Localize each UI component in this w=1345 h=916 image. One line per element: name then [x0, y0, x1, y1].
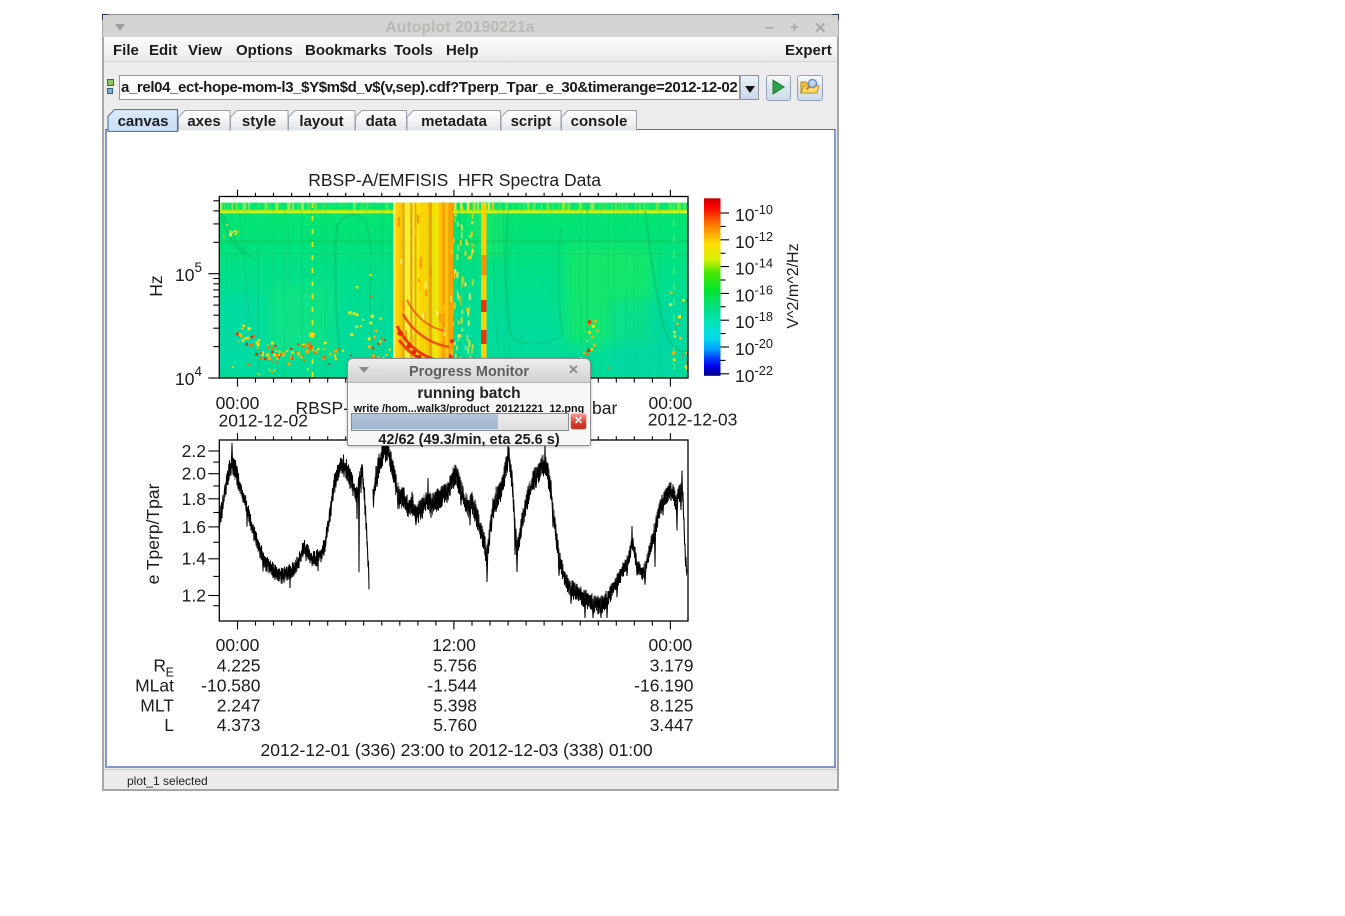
svg-text:-1.544: -1.544: [427, 676, 477, 696]
svg-text:10: 10: [735, 259, 755, 279]
svg-text:-12: -12: [755, 229, 774, 244]
svg-text:metadata: metadata: [421, 113, 488, 130]
svg-text:-10: -10: [755, 202, 774, 217]
svg-text:RBSP-A/EMFISIS HFR Spectra Da: RBSP-A/EMFISIS HFR Spectra Data: [308, 170, 601, 190]
svg-text:5.398: 5.398: [433, 695, 477, 715]
svg-text:MLT: MLT: [140, 695, 174, 715]
svg-text:5.760: 5.760: [433, 715, 477, 735]
svg-text:MLat: MLat: [135, 676, 174, 696]
svg-text:2.2: 2.2: [182, 441, 206, 461]
svg-text:e Tperp/Tpar: e Tperp/Tpar: [143, 483, 163, 584]
svg-text:1.2: 1.2: [182, 586, 206, 606]
svg-text:3.447: 3.447: [650, 715, 694, 735]
svg-text:-16: -16: [755, 282, 774, 297]
svg-text:3.179: 3.179: [650, 656, 694, 676]
svg-text:2012-12-03: 2012-12-03: [648, 410, 738, 430]
svg-text:5.756: 5.756: [433, 656, 477, 676]
svg-text:Hz: Hz: [146, 275, 166, 296]
svg-text:-18: -18: [755, 309, 774, 324]
svg-text:script: script: [511, 113, 552, 130]
svg-text:2.0: 2.0: [182, 464, 207, 484]
svg-text:1.4: 1.4: [182, 549, 207, 569]
svg-text:2.247: 2.247: [217, 695, 261, 715]
svg-text:-22: -22: [755, 363, 774, 378]
svg-text:L: L: [164, 715, 174, 735]
svg-text:console: console: [571, 113, 628, 130]
svg-text:00:00: 00:00: [649, 635, 693, 655]
svg-text:12:00: 12:00: [432, 635, 476, 655]
svg-text:1.8: 1.8: [182, 489, 206, 509]
svg-text:5: 5: [195, 260, 203, 275]
svg-text:style: style: [242, 113, 276, 130]
svg-text:axes: axes: [187, 113, 220, 130]
svg-text:-10.580: -10.580: [201, 676, 261, 696]
svg-text:layout: layout: [299, 113, 343, 130]
svg-text:-20: -20: [755, 336, 774, 351]
svg-text:4.225: 4.225: [217, 656, 261, 676]
svg-text:10: 10: [735, 232, 755, 252]
svg-text:1.6: 1.6: [182, 517, 206, 537]
svg-text:-14: -14: [755, 256, 774, 271]
svg-text:10: 10: [175, 369, 195, 389]
svg-text:10: 10: [175, 265, 195, 285]
svg-text:4.373: 4.373: [217, 715, 261, 735]
svg-text:4: 4: [195, 364, 203, 379]
svg-text:-16.190: -16.190: [634, 676, 694, 696]
svg-text:10: 10: [735, 312, 755, 332]
svg-text:canvas: canvas: [118, 113, 169, 130]
svg-text:2012-12-01 (336) 23:00 to 2012: 2012-12-01 (336) 23:00 to 2012-12-03 (33…: [261, 740, 653, 760]
svg-text:bar: bar: [592, 398, 617, 418]
svg-text:10: 10: [735, 285, 755, 305]
svg-text:R: R: [153, 656, 166, 676]
svg-text:8.125: 8.125: [650, 695, 694, 715]
svg-text:10: 10: [735, 366, 755, 386]
svg-text:V^2/m^2/Hz: V^2/m^2/Hz: [785, 243, 802, 328]
svg-text:00:00: 00:00: [216, 635, 260, 655]
svg-text:10: 10: [735, 205, 755, 225]
svg-text:data: data: [366, 113, 398, 130]
svg-text:10: 10: [735, 339, 755, 359]
